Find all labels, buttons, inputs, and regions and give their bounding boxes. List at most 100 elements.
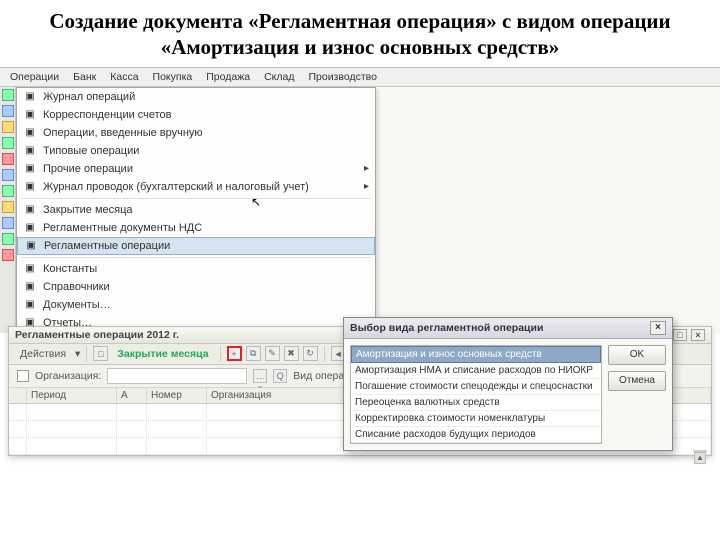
vertical-scrollbar[interactable]: ▲ [693, 450, 707, 452]
sidebar-icon[interactable] [2, 185, 14, 197]
subwindow-title: Регламентные операции 2012 г. [15, 329, 179, 341]
main-menubar: Операции Банк Касса Покупка Продажа Скла… [0, 68, 720, 87]
delete-icon[interactable]: ✖ [284, 346, 299, 361]
menu-item[interactable]: ▣ Корреспонденции счетов [17, 106, 375, 124]
menu-item-icon: ▣ [23, 126, 37, 140]
sidebar-icon[interactable] [2, 137, 14, 149]
menu-operations[interactable]: Операции [8, 70, 61, 84]
menu-item-icon: ▣ [23, 108, 37, 122]
menu-item[interactable]: ▣ Документы… [17, 296, 375, 314]
closing-month-button[interactable]: Закрытие месяца [112, 346, 213, 362]
menu-item-label: Документы… [43, 299, 111, 311]
menu-item-icon: ▣ [23, 180, 37, 194]
reg-operations-window: Регламентные операции 2012 г. – □ × Дейс… [8, 326, 712, 456]
cancel-button[interactable]: Отмена [608, 371, 666, 391]
sidebar-icon[interactable] [2, 217, 14, 229]
menu-item-label: Регламентные документы НДС [43, 222, 202, 234]
operation-type-item[interactable]: Погашение стоимости спецодежды и спецосн… [351, 379, 601, 395]
menu-item-label: Корреспонденции счетов [43, 109, 172, 121]
ok-button[interactable]: OK [608, 345, 666, 365]
menu-item[interactable]: ▣ Регламентные документы НДС [17, 219, 375, 237]
operation-type-item[interactable]: Корректировка стоимости номенклатуры [351, 411, 601, 427]
menu-item[interactable]: ▣ Закрытие месяца [17, 201, 375, 219]
menu-item-icon: ▣ [24, 239, 38, 253]
org-label: Организация: [35, 370, 101, 382]
dialog-close-button[interactable]: × [650, 321, 666, 335]
maximize-button[interactable]: □ [673, 329, 687, 341]
col-period[interactable]: Период [27, 388, 117, 403]
scroll-up-icon[interactable]: ▲ [694, 452, 706, 464]
close-button[interactable]: × [691, 329, 705, 341]
menu-warehouse[interactable]: Склад [262, 70, 296, 84]
menu-item-label: Регламентные операции [44, 240, 170, 252]
sidebar-icon[interactable] [2, 89, 14, 101]
menu-item-label: Типовые операции [43, 145, 139, 157]
sidebar-icon[interactable] [2, 169, 14, 181]
menu-bank[interactable]: Банк [71, 70, 98, 84]
menu-item-label: Журнал проводок (бухгалтерский и налогов… [43, 181, 309, 193]
col-number[interactable]: Номер [147, 388, 207, 403]
sidebar-icon[interactable] [2, 105, 14, 117]
menu-sale[interactable]: Продажа [204, 70, 252, 84]
menu-item[interactable]: ▣ Прочие операции ▸ [17, 160, 375, 178]
menu-item-icon: ▣ [23, 90, 37, 104]
menu-production[interactable]: Производство [306, 70, 378, 84]
menu-item-label: Константы [43, 263, 97, 275]
org-input[interactable] [107, 368, 247, 384]
menu-item[interactable]: ▣ Регламентные операции [17, 237, 375, 255]
menu-item[interactable]: ▣ Операции, введенные вручную [17, 124, 375, 142]
menu-item-icon: ▣ [23, 162, 37, 176]
submenu-arrow-icon: ▸ [364, 181, 369, 192]
menu-item-icon: ▣ [23, 280, 37, 294]
menu-item[interactable]: ▣ Справочники [17, 278, 375, 296]
menu-item[interactable]: ▣ Типовые операции [17, 142, 375, 160]
menu-item[interactable]: ▣ Журнал операций [17, 88, 375, 106]
slide-title: Создание документа «Регламентная операци… [0, 0, 720, 67]
refresh-icon[interactable]: ↻ [303, 346, 318, 361]
operation-type-item[interactable]: Переоценка валютных средств [351, 395, 601, 411]
operations-dropdown: ▣Журнал операций▣Корреспонденции счетов▣… [16, 87, 376, 333]
menu-cash[interactable]: Касса [108, 70, 140, 84]
add-icon[interactable]: + [227, 346, 242, 361]
menu-item-icon: ▣ [23, 262, 37, 276]
select-operation-type-dialog: Выбор вида регламентной операции × Аморт… [343, 317, 673, 451]
edit-icon[interactable]: ✎ [265, 346, 280, 361]
left-sidebar [0, 87, 16, 333]
menu-item-icon: ▣ [23, 203, 37, 217]
sidebar-icon[interactable] [2, 153, 14, 165]
col-marker[interactable] [9, 388, 27, 403]
menu-purchase[interactable]: Покупка [151, 70, 195, 84]
sidebar-icon[interactable] [2, 233, 14, 245]
org-checkbox[interactable] [17, 370, 29, 382]
actions-button[interactable]: Действия [15, 346, 71, 362]
lookup-button[interactable]: Q [273, 369, 287, 383]
operation-type-list: Амортизация и износ основных средствАмор… [350, 345, 602, 444]
sidebar-icon[interactable] [2, 201, 14, 213]
dialog-title: Выбор вида регламентной операции [350, 322, 543, 334]
col-a[interactable]: А [117, 388, 147, 403]
application-window: Операции Банк Касса Покупка Продажа Скла… [0, 67, 720, 333]
clear-org-button[interactable]: …× [253, 369, 267, 383]
menu-item[interactable]: ▣ Журнал проводок (бухгалтерский и налого… [17, 178, 375, 196]
menu-item-label: Журнал операций [43, 91, 135, 103]
toolbar-icon[interactable]: □ [93, 346, 108, 361]
main-area: ▣Журнал операций▣Корреспонденции счетов▣… [16, 87, 720, 333]
menu-item-icon: ▣ [23, 298, 37, 312]
mouse-cursor-icon: ↖ [251, 195, 261, 209]
copy-icon[interactable]: ⧉ [246, 346, 261, 361]
menu-item-icon: ▣ [23, 221, 37, 235]
operation-type-item[interactable]: Амортизация и износ основных средств [351, 346, 601, 363]
menu-item-label: Закрытие месяца [43, 204, 133, 216]
sidebar-icon[interactable] [2, 249, 14, 261]
submenu-arrow-icon: ▸ [364, 163, 369, 174]
operation-type-item[interactable]: Амортизация НМА и списание расходов по Н… [351, 363, 601, 379]
operation-type-item[interactable]: Списание расходов будущих периодов [351, 427, 601, 443]
menu-item-label: Прочие операции [43, 163, 133, 175]
menu-item-label: Справочники [43, 281, 110, 293]
dialog-titlebar: Выбор вида регламентной операции × [344, 318, 672, 339]
menu-item[interactable]: ▣ Константы [17, 260, 375, 278]
sidebar-icon[interactable] [2, 121, 14, 133]
menu-item-icon: ▣ [23, 144, 37, 158]
workspace: ▣Журнал операций▣Корреспонденции счетов▣… [0, 87, 720, 333]
menu-item-label: Операции, введенные вручную [43, 127, 203, 139]
